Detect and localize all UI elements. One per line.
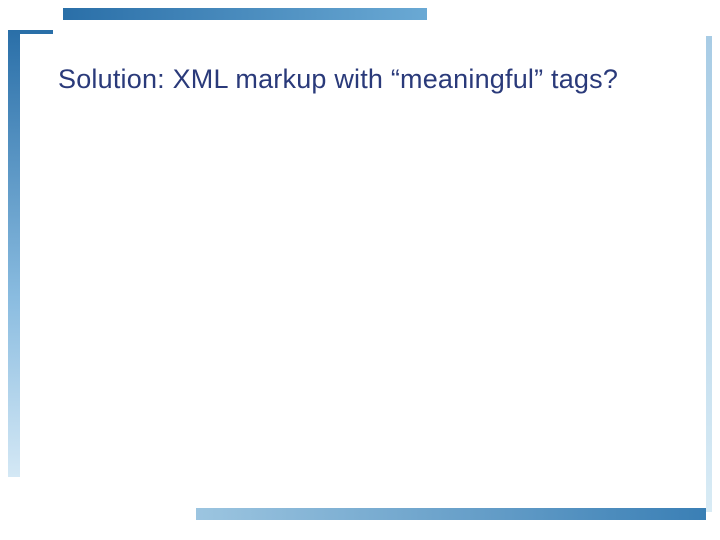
border-left — [8, 30, 20, 477]
border-top — [63, 8, 427, 20]
border-bottom — [196, 508, 706, 520]
slide-frame: Solution: XML markup with “meaningful” t… — [8, 8, 712, 532]
border-right — [706, 36, 712, 512]
slide-title: Solution: XML markup with “meaningful” t… — [58, 64, 672, 95]
